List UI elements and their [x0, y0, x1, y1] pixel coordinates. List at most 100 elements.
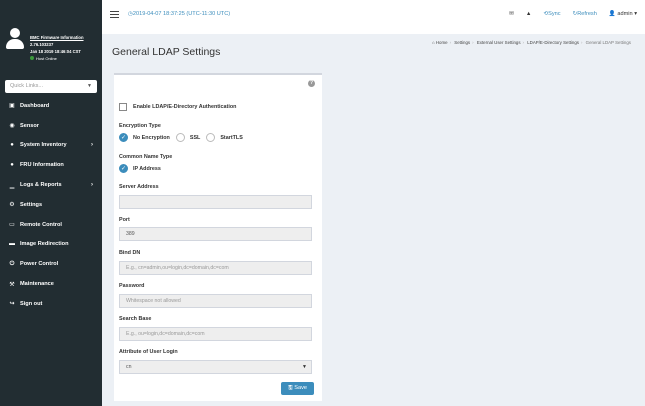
- sidebar-item-label: Maintenance: [20, 281, 54, 288]
- attribute-user-login-select[interactable]: cn ▼: [119, 360, 312, 374]
- quick-links-placeholder: Quick Links...: [10, 83, 44, 89]
- save-icon: 🖫: [287, 385, 293, 391]
- dashboard-icon: ▣: [9, 103, 15, 110]
- ldap-settings-form: ? Enable LDAP/E-Directory Authentication…: [114, 73, 322, 401]
- save-button[interactable]: 🖫 Save: [281, 382, 314, 395]
- refresh-label: Refresh: [577, 11, 597, 17]
- radio-ip-address-label: IP Address: [133, 165, 161, 172]
- sidebar-menu: ▣ Dashboard ◉ Sensor ● System Inventory › ● F…: [0, 96, 102, 314]
- bind-dn-label: Bind DN: [119, 250, 141, 256]
- sidebar-item-system-inventory[interactable]: ● System Inventory ›: [0, 136, 102, 156]
- bind-dn-input[interactable]: E.g., cn=admin,ou=login,dc=domain,dc=com: [119, 261, 312, 275]
- sidebar-item-label: Sign out: [20, 300, 43, 307]
- user-label: admin: [617, 11, 633, 17]
- info-icon: ●: [10, 162, 14, 169]
- chart-icon: ▁: [9, 182, 15, 189]
- refresh-button[interactable]: ↻Refresh: [573, 11, 597, 17]
- gear-icon: ⚙: [9, 202, 15, 209]
- disk-icon: ▬: [9, 241, 15, 248]
- sidebar-item-label: FRU Information: [20, 162, 64, 169]
- breadcrumb: ⌂ Home › Settings › External User Settings…: [431, 40, 631, 45]
- sidebar-item-label: Power Control: [20, 261, 59, 268]
- radio-ssl-label: SSL: [189, 134, 201, 141]
- chevron-right-icon: ›: [91, 182, 93, 189]
- firmware-build-date: Jan 18 2019 18:46:04 CST: [30, 49, 81, 54]
- help-icon[interactable]: ?: [308, 80, 315, 87]
- common-name-type-group: ✓ IP Address: [119, 164, 167, 173]
- breadcrumb-settings[interactable]: Settings: [454, 40, 470, 45]
- datetime-display: ◷2019-04-07 18:37:25 (UTC-11:30 UTC): [128, 11, 230, 17]
- encryption-type-label: Encryption Type: [119, 123, 161, 129]
- sidebar-item-sign-out[interactable]: ↪ Sign out: [0, 294, 102, 314]
- radio-ip-address[interactable]: ✓: [119, 164, 128, 173]
- sidebar-item-image-redirection[interactable]: ▬ Image Redirection: [0, 235, 102, 255]
- server-address-input[interactable]: [119, 195, 312, 209]
- sidebar-item-label: Sensor: [20, 122, 39, 129]
- status-dot-icon: [30, 56, 34, 60]
- breadcrumb-ldap-settings[interactable]: LDAP/E-Directory Settings: [527, 40, 579, 45]
- sidebar-item-maintenance[interactable]: ⚒ Maintenance: [0, 274, 102, 294]
- sidebar-item-label: Image Redirection: [20, 241, 69, 248]
- chevron-down-icon: ▼: [302, 364, 307, 370]
- user-menu[interactable]: 👤 admin ▾: [609, 11, 637, 17]
- server-address-label: Server Address: [119, 184, 159, 190]
- attribute-user-login-value: cn: [126, 364, 132, 370]
- sidebar-item-label: Settings: [20, 201, 43, 208]
- search-base-input[interactable]: E.g., ou=login,dc=domain,dc=com: [119, 327, 312, 341]
- warning-icon[interactable]: ▲: [526, 11, 532, 17]
- home-icon: ⌂: [431, 40, 435, 45]
- host-status: Host Online: [30, 55, 100, 62]
- chevron-right-icon: ›: [91, 142, 93, 149]
- save-label: Save: [294, 385, 308, 391]
- firmware-version: 2.76.103237: [30, 42, 54, 47]
- enable-ldap-row: Enable LDAP/E-Directory Authentication: [119, 103, 236, 111]
- firmware-info-link[interactable]: BMC Firmware Information: [30, 34, 100, 41]
- breadcrumb-external-user-settings[interactable]: External User Settings: [477, 40, 521, 45]
- datetime-text: 2019-04-07 18:37:25 (UTC-11:30 UTC): [132, 11, 231, 17]
- encryption-type-group: ✓ No Encryption SSL StartTLS: [119, 133, 249, 142]
- user-panel: BMC Firmware Information 2.76.103237 Jan…: [0, 0, 102, 76]
- sidebar: BMC Firmware Information 2.76.103237 Jan…: [0, 0, 102, 406]
- user-icon: 👤: [608, 11, 616, 17]
- password-label: Password: [119, 283, 145, 289]
- enable-ldap-checkbox[interactable]: [119, 103, 127, 111]
- enable-ldap-label: Enable LDAP/E-Directory Authentication: [133, 104, 237, 110]
- radio-no-encryption-label: No Encryption: [133, 134, 170, 141]
- chevron-down-icon: ▼: [87, 83, 92, 89]
- password-input[interactable]: Whitespace not allowed: [119, 294, 312, 308]
- chevron-down-icon: ▾: [634, 11, 637, 17]
- port-label: Port: [119, 217, 130, 223]
- sidebar-item-sensor[interactable]: ◉ Sensor: [0, 116, 102, 136]
- sync-label: Sync: [548, 11, 561, 17]
- sensor-icon: ◉: [9, 123, 15, 130]
- sync-button[interactable]: ⟲Sync: [543, 11, 560, 17]
- radio-no-encryption[interactable]: ✓: [119, 133, 128, 142]
- sidebar-item-label: Logs & Reports: [20, 182, 62, 189]
- sidebar-item-label: Dashboard: [20, 102, 50, 109]
- top-header: ◷2019-04-07 18:37:25 (UTC-11:30 UTC) ✉ ▲…: [102, 0, 645, 34]
- firmware-info: BMC Firmware Information 2.76.103237 Jan…: [30, 34, 100, 62]
- sidebar-item-logs-reports[interactable]: ▁ Logs & Reports ›: [0, 175, 102, 195]
- sidebar-item-remote-control[interactable]: ▭ Remote Control: [0, 215, 102, 235]
- sidebar-item-label: Remote Control: [20, 221, 62, 228]
- hamburger-menu-icon[interactable]: [110, 11, 119, 19]
- sidebar-item-dashboard[interactable]: ▣ Dashboard: [0, 96, 102, 116]
- sign-out-icon: ↪: [9, 301, 15, 308]
- sidebar-item-settings[interactable]: ⚙ Settings: [0, 195, 102, 215]
- breadcrumb-current: General LDAP Settings: [585, 40, 631, 45]
- radio-starttls[interactable]: [206, 133, 216, 142]
- search-base-label: Search Base: [119, 316, 152, 322]
- sidebar-item-power-control[interactable]: ⏻ Power Control: [0, 254, 102, 274]
- breadcrumb-home[interactable]: Home: [436, 40, 448, 45]
- port-input[interactable]: 389: [119, 227, 312, 241]
- sidebar-item-fru-information[interactable]: ● FRU Information: [0, 155, 102, 175]
- monitor-icon: ▭: [9, 222, 15, 229]
- quick-links-select[interactable]: Quick Links... ▼: [5, 80, 97, 93]
- radio-starttls-label: StartTLS: [220, 134, 243, 141]
- avatar-icon: [6, 28, 24, 50]
- host-status-text: Host Online: [36, 56, 57, 61]
- radio-ssl[interactable]: [175, 133, 185, 142]
- page-title: General LDAP Settings: [112, 46, 221, 58]
- power-icon: ⏻: [9, 260, 15, 267]
- envelope-icon[interactable]: ✉: [509, 11, 514, 17]
